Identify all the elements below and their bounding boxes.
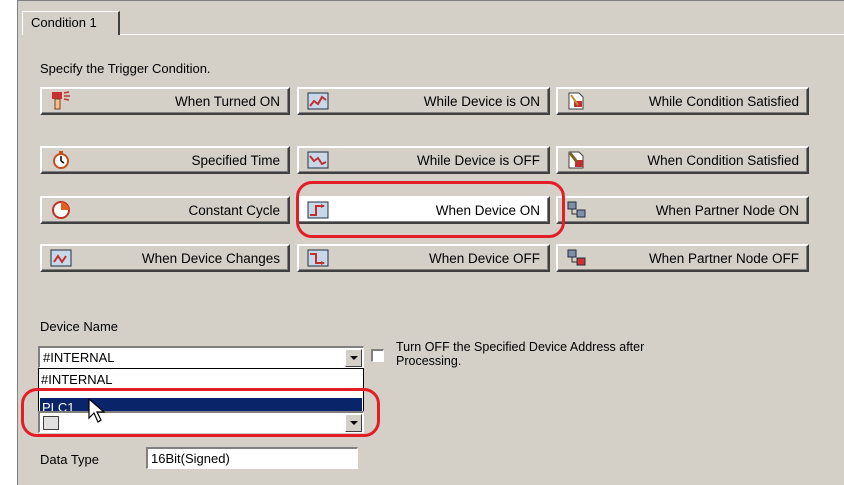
button-label: While Device is ON [423,94,540,109]
partner-node-off-icon [567,249,586,266]
button-label: When Turned ON [174,94,280,109]
device-off-icon [307,151,329,169]
button-label: While Condition Satisfied [648,94,799,109]
dropdown-arrow-icon[interactable] [345,349,362,367]
while-condition-satisfied-button[interactable]: While Condition Satisfied [556,87,809,115]
tab-divider [120,34,844,35]
turn-off-label: Turn OFF the Specified Device Address af… [396,340,644,368]
button-label: When Partner Node OFF [648,251,799,266]
button-label: When Condition Satisfied [647,153,799,168]
button-label: Constant Cycle [188,203,280,218]
mouse-cursor-icon [88,398,106,423]
turn-off-label-line1: Turn OFF the Specified Device Address af… [396,340,645,354]
device-name-label: Device Name [40,319,119,334]
when-partner-node-on-button[interactable]: When Partner Node ON [556,196,809,224]
when-device-changes-button[interactable]: When Device Changes [40,244,290,272]
button-label: When Device OFF [428,251,540,266]
dropdown-option-internal[interactable]: #INTERNAL [41,372,113,387]
tab-condition-1[interactable]: Condition 1 [22,11,120,35]
data-type-label: Data Type [40,452,100,467]
hand-press-icon [52,91,70,110]
timer-icon [53,151,69,169]
button-label: When Partner Node ON [655,203,799,218]
when-partner-node-off-button[interactable]: When Partner Node OFF [556,244,809,272]
button-label: When Device Changes [141,251,280,266]
condition-ok-icon [568,151,584,169]
turn-off-label-line2: Processing. [396,354,462,368]
when-device-off-button[interactable]: When Device OFF [297,244,550,272]
when-condition-satisfied-button[interactable]: When Condition Satisfied [556,146,809,174]
device-on-icon [307,92,329,110]
data-type-value: 16Bit(Signed) [151,451,230,466]
device-fall-icon [307,249,329,267]
device-name-value: #INTERNAL [43,350,115,365]
when-turned-on-button[interactable]: When Turned ON [40,87,290,115]
cycle-clock-icon [52,201,70,219]
instruction-text: Specify the Trigger Condition. [40,61,211,76]
tab-label: Condition 1 [31,15,97,30]
while-device-is-off-button[interactable]: While Device is OFF [297,146,550,174]
specified-time-button[interactable]: Specified Time [40,146,290,174]
turn-off-checkbox[interactable] [371,349,384,362]
data-type-field[interactable]: 16Bit(Signed) [146,447,358,469]
while-device-is-on-button[interactable]: While Device is ON [297,87,550,115]
annotation-ring-plc1 [21,388,380,437]
button-label: Specified Time [191,153,280,168]
condition-satisfied-icon [568,92,584,110]
button-label: While Device is OFF [416,153,540,168]
annotation-ring-when-device-on [296,181,565,238]
device-change-icon [50,249,72,267]
partner-node-on-icon [567,201,586,218]
constant-cycle-button[interactable]: Constant Cycle [40,196,290,224]
device-name-combobox[interactable]: #INTERNAL [38,346,364,368]
